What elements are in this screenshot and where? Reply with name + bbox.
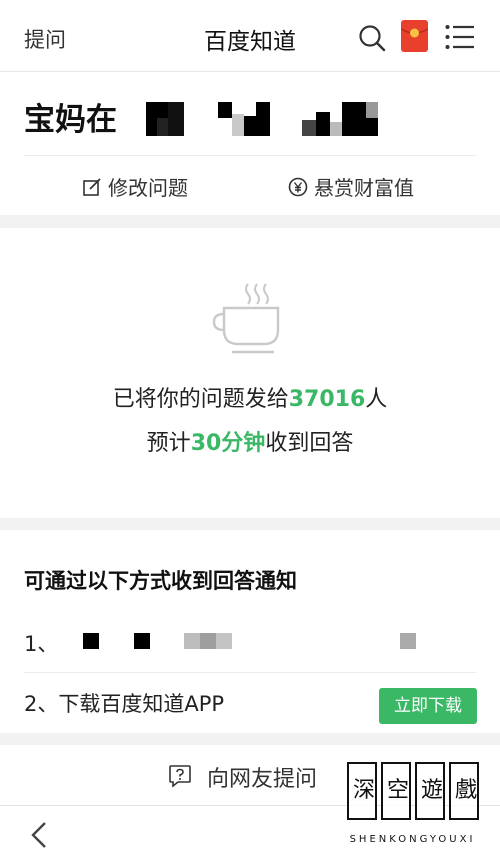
- status-eta-line: 预计30分钟收到回答: [0, 425, 500, 457]
- ask-friends-label: 向网友提问: [207, 767, 318, 792]
- edit-question-label: 修改问题: [108, 176, 188, 200]
- back-arrow-icon[interactable]: [30, 821, 48, 849]
- question-card: 宝妈在 修改问题 悬赏财富值: [0, 72, 500, 215]
- status-sent-suffix: 人: [365, 387, 388, 412]
- watermark-char: 遊: [420, 778, 443, 803]
- coffee-cup-icon: [212, 283, 280, 354]
- recipient-count: 37016: [288, 387, 366, 412]
- watermark-seal: 空: [381, 762, 411, 820]
- red-packet-icon[interactable]: [401, 20, 428, 52]
- search-icon[interactable]: [358, 24, 386, 52]
- watermark-logo: 深 空 遊 戲 SHENKONGYOUXI: [345, 762, 480, 854]
- yen-icon: [288, 177, 308, 196]
- notification-card: 可通过以下方式收到回答通知 1、 2、下载百度知道APP 立即下载: [0, 530, 500, 733]
- ask-link[interactable]: 提问: [24, 24, 66, 54]
- watermark-char: 空: [386, 778, 409, 803]
- download-now-button[interactable]: 立即下载: [379, 688, 477, 724]
- status-eta-suffix: 收到回答: [265, 431, 354, 456]
- notification-option-2: 2、下载百度知道APP: [24, 692, 225, 716]
- watermark-seal: 遊: [415, 762, 445, 820]
- edit-question-button[interactable]: 修改问题: [82, 172, 188, 201]
- reward-wealth-label: 悬赏财富值: [314, 176, 414, 200]
- status-sent-line: 已将你的问题发给37016人: [0, 381, 500, 413]
- watermark-seal: 戲: [449, 762, 479, 820]
- watermark-seal: 深: [347, 762, 377, 820]
- watermark-char: 深: [352, 778, 375, 803]
- edit-icon: [83, 177, 101, 196]
- menu-icon[interactable]: [445, 24, 475, 50]
- notification-option-1: 1、: [24, 632, 59, 656]
- divider: [24, 672, 476, 673]
- status-sent-prefix: 已将你的问题发给: [112, 387, 289, 412]
- watermark-char: 戲: [454, 778, 477, 803]
- question-title: 宝妈在: [24, 102, 117, 138]
- redacted-question-text: [146, 102, 378, 136]
- notification-title: 可通过以下方式收到回答通知: [24, 569, 297, 593]
- status-eta-prefix: 预计: [146, 431, 191, 456]
- reward-wealth-button[interactable]: 悬赏财富值: [288, 172, 414, 201]
- status-card: 已将你的问题发给37016人 预计30分钟收到回答: [0, 228, 500, 518]
- watermark-text: SHENKONGYOUXI: [349, 834, 476, 845]
- top-navigation-bar: 提问 百度知道: [0, 0, 500, 72]
- divider: [24, 155, 476, 156]
- eta-time: 30分钟: [190, 431, 266, 456]
- question-bubble-icon: [169, 765, 191, 788]
- redacted-contact-info: [83, 633, 416, 649]
